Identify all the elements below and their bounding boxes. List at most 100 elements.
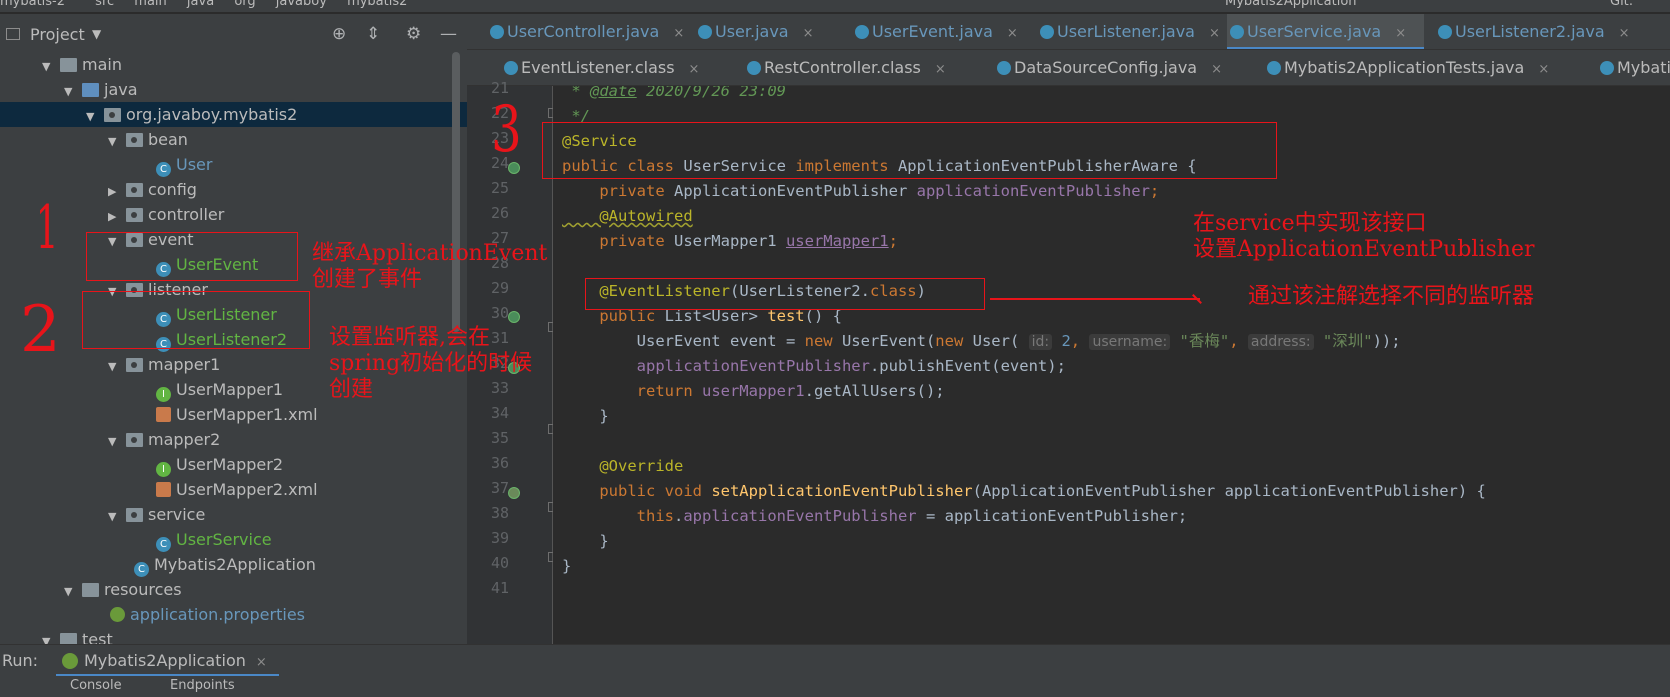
- annotation-icon: [504, 61, 518, 75]
- project-panel-header: Project ▼ ⊕ ⇕ ⚙ —: [0, 14, 467, 56]
- tree-node-bean[interactable]: ▼ bean: [108, 127, 188, 152]
- tab-user-listener[interactable]: UserListener.java ×: [1037, 14, 1220, 49]
- close-icon[interactable]: ×: [803, 26, 814, 41]
- close-icon[interactable]: ×: [689, 62, 700, 77]
- tab-endpoints[interactable]: Endpoints: [170, 678, 235, 693]
- tree-node-user[interactable]: C User: [156, 152, 212, 177]
- breadcrumb-item[interactable]: mybatis-2: [0, 0, 65, 9]
- tab-datasource-config[interactable]: DataSourceConfig.java ×: [994, 50, 1222, 85]
- breadcrumb-item[interactable]: java: [187, 0, 214, 9]
- properties-file-icon: [110, 607, 125, 622]
- gear-icon[interactable]: ⚙: [406, 24, 421, 44]
- vcs-label: Git:: [1610, 0, 1634, 9]
- note-annotation: 通过该注解选择不同的监听器: [1248, 284, 1535, 309]
- code-line: return userMapper1.getAllUsers();: [562, 382, 945, 400]
- close-icon[interactable]: ×: [935, 62, 946, 77]
- tab-user-controller[interactable]: UserController.java ×: [487, 14, 684, 49]
- project-panel-title[interactable]: Project: [30, 25, 85, 44]
- close-icon[interactable]: ×: [1619, 26, 1630, 41]
- tab-user-service[interactable]: UserService.java ×: [1227, 14, 1424, 49]
- close-icon[interactable]: ×: [673, 26, 684, 41]
- tree-node-user-mapper2-xml[interactable]: UserMapper2.xml: [156, 477, 318, 502]
- code-line: private ApplicationEventPublisher applic…: [562, 182, 1160, 200]
- tree-node-config[interactable]: ▶ config: [108, 177, 197, 202]
- chevron-right-icon[interactable]: ▶: [108, 179, 126, 204]
- interface-icon: I: [156, 462, 171, 477]
- chevron-down-icon[interactable]: ▼: [92, 27, 101, 41]
- tab-user-event[interactable]: UserEvent.java ×: [852, 14, 1018, 49]
- code-line: this.applicationEventPublisher = applica…: [562, 507, 1188, 525]
- breadcrumb-item[interactable]: src: [95, 0, 114, 9]
- tree-node-app-props[interactable]: application.properties: [110, 602, 305, 627]
- class-icon: [855, 25, 869, 39]
- handwritten-mark-2: 2: [20, 293, 61, 367]
- editor-tabs-row-1: UserController.java × User.java × UserEven…: [467, 14, 1670, 50]
- tree-node-resources[interactable]: ▼ resources: [64, 577, 182, 602]
- tree-node-main[interactable]: ▼ main: [42, 52, 122, 77]
- tree-node-java[interactable]: ▼ java: [64, 77, 138, 102]
- line-number: 39: [490, 529, 509, 547]
- line-number: 36: [490, 454, 509, 472]
- close-icon[interactable]: ×: [256, 655, 267, 670]
- package-icon: [126, 133, 143, 147]
- chevron-down-icon[interactable]: ▼: [64, 79, 82, 104]
- code-line: }: [562, 557, 572, 575]
- chevron-down-icon[interactable]: ▼: [42, 54, 60, 79]
- minimize-icon[interactable]: —: [440, 24, 457, 44]
- tree-node-mapper1[interactable]: ▼ mapper1: [108, 352, 220, 377]
- tree-node-app[interactable]: C Mybatis2Application: [134, 552, 316, 577]
- event-listener-gutter-icon[interactable]: [508, 311, 520, 323]
- tree-node-user-mapper1-xml[interactable]: UserMapper1.xml: [156, 402, 318, 427]
- chevron-down-icon[interactable]: ▼: [108, 504, 126, 529]
- tree-node-user-service[interactable]: C UserService: [156, 527, 272, 552]
- tree-node-test[interactable]: ▼ test: [42, 627, 113, 644]
- chevron-down-icon[interactable]: ▼: [108, 354, 126, 379]
- chevron-right-icon[interactable]: ▶: [108, 204, 126, 229]
- tree-node-package[interactable]: ▼ org.javaboy.mybatis2: [0, 102, 467, 127]
- override-gutter-icon[interactable]: [508, 487, 520, 499]
- close-icon[interactable]: ×: [1211, 62, 1222, 77]
- editor-tabs-row-2: EventListener.class × RestController.clas…: [467, 50, 1670, 86]
- tab-console[interactable]: Console: [70, 678, 122, 693]
- line-number: 38: [490, 504, 509, 522]
- line-number: 26: [490, 204, 509, 222]
- close-icon[interactable]: ×: [1007, 26, 1018, 41]
- chevron-down-icon[interactable]: ▼: [108, 429, 126, 454]
- tree-node-service[interactable]: ▼ service: [108, 502, 205, 527]
- close-icon[interactable]: ×: [1538, 62, 1549, 77]
- resources-folder-icon: [82, 583, 99, 597]
- tab-rest-controller-class[interactable]: RestController.class ×: [744, 50, 946, 85]
- run-config-select[interactable]: Mybatis2Application: [1225, 0, 1357, 9]
- tab-user[interactable]: User.java ×: [695, 14, 814, 49]
- chevron-down-icon[interactable]: ▼: [42, 629, 60, 644]
- tree-node-controller[interactable]: ▶ controller: [108, 202, 224, 227]
- run-label: Run:: [2, 651, 39, 670]
- tab-app-tests[interactable]: Mybatis2ApplicationTests.java ×: [1264, 50, 1549, 85]
- xml-file-icon: [156, 407, 171, 422]
- breadcrumb-item[interactable]: main: [134, 0, 166, 9]
- chevron-down-icon[interactable]: ▼: [86, 104, 104, 129]
- source-folder-icon: [82, 83, 99, 97]
- class-icon: [698, 25, 712, 39]
- close-icon[interactable]: ×: [1209, 26, 1220, 41]
- tab-user-listener2[interactable]: UserListener2.java ×: [1435, 14, 1630, 49]
- tree-node-user-mapper1[interactable]: I UserMapper1: [156, 377, 283, 402]
- close-icon[interactable]: ×: [1395, 26, 1406, 41]
- class-icon: [1230, 25, 1244, 39]
- chevron-down-icon[interactable]: ▼: [108, 129, 126, 154]
- tree-node-user-mapper2[interactable]: I UserMapper2: [156, 452, 283, 477]
- code-line: UserEvent event = new UserEvent(new User…: [562, 332, 1401, 350]
- run-tab[interactable]: Mybatis2Application ×: [56, 645, 279, 677]
- line-number: 35: [490, 429, 509, 447]
- locate-icon[interactable]: ⊕: [332, 24, 346, 44]
- tab-mybati-truncated[interactable]: Mybati: [1597, 50, 1670, 85]
- breadcrumb-item[interactable]: javaboy: [276, 0, 327, 9]
- breadcrumb-item[interactable]: org: [234, 0, 255, 9]
- tree-node-mapper2[interactable]: ▼ mapper2: [108, 427, 220, 452]
- chevron-down-icon[interactable]: ▼: [64, 579, 82, 604]
- tab-event-listener-class[interactable]: EventListener.class ×: [501, 50, 700, 85]
- collapse-icon[interactable]: ⇕: [366, 24, 380, 44]
- spring-boot-icon: [62, 653, 78, 669]
- breadcrumb-item[interactable]: mybatis2: [347, 0, 407, 9]
- line-number: 41: [490, 579, 509, 597]
